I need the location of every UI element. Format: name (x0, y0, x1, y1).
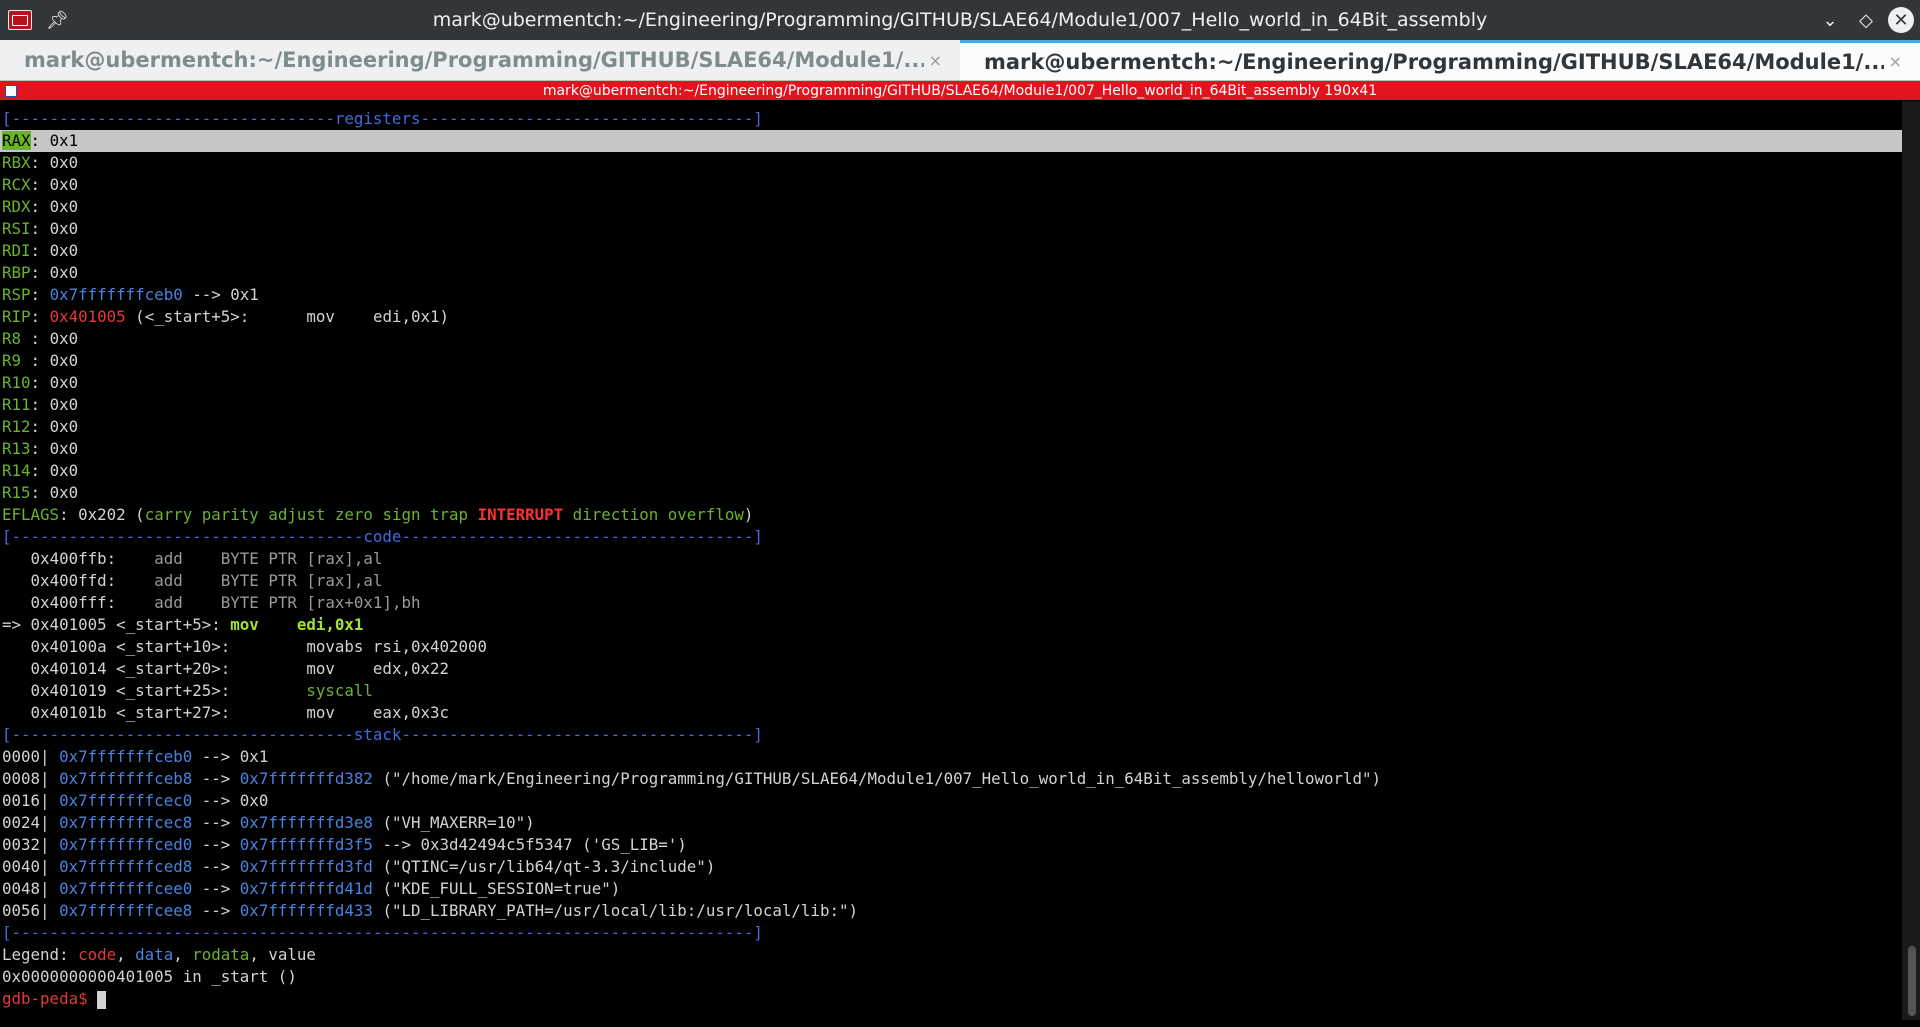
tab-bar: mark@ubermentch:~/Engineering/Programmin… (0, 40, 1920, 81)
tab-2-label: mark@ubermentch:~/Engineering/Programmin… (984, 49, 1884, 74)
session-title: mark@ubermentch:~/Engineering/Programmin… (542, 82, 1378, 99)
register-row-r13: R13: 0x0 (2, 439, 79, 458)
register-row-r10: R10: 0x0 (2, 373, 79, 392)
stack-row: 0032| 0x7fffffffced0 --> 0x7fffffffd3f5 … (2, 835, 687, 854)
register-row-r11: R11: 0x0 (2, 395, 79, 414)
register-row-r8: R8 : 0x0 (2, 329, 79, 348)
register-row-r15: R15: 0x0 (2, 483, 79, 502)
register-row-r9: R9 : 0x0 (2, 351, 79, 370)
terminal-output[interactable]: [----------------------------------regis… (0, 101, 1902, 1027)
code-line: 0x400ffb: add BYTE PTR [rax],al (30, 549, 383, 568)
register-row-rcx: RCX: 0x0 (2, 175, 79, 194)
tab-2-close-icon[interactable]: × (1889, 52, 1902, 71)
code-line: 0x40100a <_start+10>: movabs rsi,0x40200… (2, 637, 488, 656)
pin-icon[interactable]: 📌︎ (46, 10, 69, 31)
code-line: 0x401014 <_start+20>: mov edx,0x22 (2, 659, 450, 678)
minimize-icon[interactable]: ⌄ (1812, 10, 1848, 31)
stack-row: 0056| 0x7fffffffcee8 --> 0x7fffffffd433 … (2, 901, 858, 920)
tab-1-close-icon[interactable]: × (929, 51, 942, 70)
register-row-r12: R12: 0x0 (2, 417, 79, 436)
session-bar: mark@ubermentch:~/Engineering/Programmin… (0, 81, 1920, 100)
register-row-rbp: RBP: 0x0 (2, 263, 79, 282)
window-controls: ⌄ ◇ ✕ (1812, 0, 1920, 40)
gdb-prompt: gdb-peda$ (2, 989, 98, 1008)
separator-code: [-------------------------------------co… (2, 527, 763, 546)
gdb-prompt-line[interactable]: gdb-peda$ (0, 988, 1902, 1010)
separator-end: [---------------------------------------… (2, 923, 763, 942)
separator-registers: [----------------------------------regis… (2, 109, 763, 128)
terminal-scrollbar[interactable] (1902, 101, 1920, 1020)
terminal-app-icon[interactable] (8, 10, 32, 30)
register-row-rsi: RSI: 0x0 (2, 219, 79, 238)
window-title: mark@ubermentch:~/Engineering/Programmin… (432, 9, 1488, 31)
code-line: 0x40101b <_start+27>: mov eax,0x3c (2, 703, 450, 722)
close-icon[interactable]: ✕ (1888, 7, 1914, 33)
register-row-rsp: RSP: 0x7fffffffceb0 --> 0x1 (2, 285, 259, 304)
legend-line: Legend: code, data, rodata, value (2, 945, 316, 964)
register-row-rax: RAX: 0x1 (0, 130, 1902, 152)
separator-stack: [------------------------------------sta… (2, 725, 763, 744)
scrollbar-thumb[interactable] (1908, 946, 1916, 1016)
location-line: 0x0000000000401005 in _start () (2, 967, 297, 986)
stack-row: 0024| 0x7fffffffcec8 --> 0x7fffffffd3e8 … (2, 813, 535, 832)
register-row-r14: R14: 0x0 (2, 461, 79, 480)
stack-row: 0040| 0x7fffffffced8 --> 0x7fffffffd3fd … (2, 857, 716, 876)
maximize-icon[interactable]: ◇ (1848, 10, 1884, 31)
stack-row: 0016| 0x7fffffffcec0 --> 0x0 (2, 791, 269, 810)
register-row-rdi: RDI: 0x0 (2, 241, 79, 260)
window-titlebar: 📌︎ mark@ubermentch:~/Engineering/Program… (0, 0, 1920, 40)
register-row-rdx: RDX: 0x0 (2, 197, 79, 216)
code-line: 0x400fff: add BYTE PTR [rax+0x1],bh (30, 593, 421, 612)
stack-row: 0008| 0x7fffffffceb8 --> 0x7fffffffd382 … (2, 769, 1382, 788)
code-line: 0x400ffd: add BYTE PTR [rax],al (30, 571, 383, 590)
tab-2[interactable]: mark@ubermentch:~/Engineering/Programmin… (960, 40, 1920, 80)
stack-row: 0048| 0x7fffffffcee0 --> 0x7fffffffd41d … (2, 879, 621, 898)
register-row-rip: RIP: 0x401005 (<_start+5>: mov edi,0x1) (2, 307, 450, 326)
tab-1[interactable]: mark@ubermentch:~/Engineering/Programmin… (0, 40, 960, 80)
code-line-current: => 0x401005 <_start+5>: mov edi,0x1 (2, 615, 364, 634)
tab-1-label: mark@ubermentch:~/Engineering/Programmin… (24, 48, 924, 72)
register-row-rbx: RBX: 0x0 (2, 153, 79, 172)
eflags-row: EFLAGS: 0x202 (carry parity adjust zero … (2, 505, 754, 524)
text-cursor (97, 990, 107, 1009)
code-line: 0x401019 <_start+25>: syscall (2, 681, 373, 700)
stack-row: 0000| 0x7fffffffceb0 --> 0x1 (2, 747, 269, 766)
